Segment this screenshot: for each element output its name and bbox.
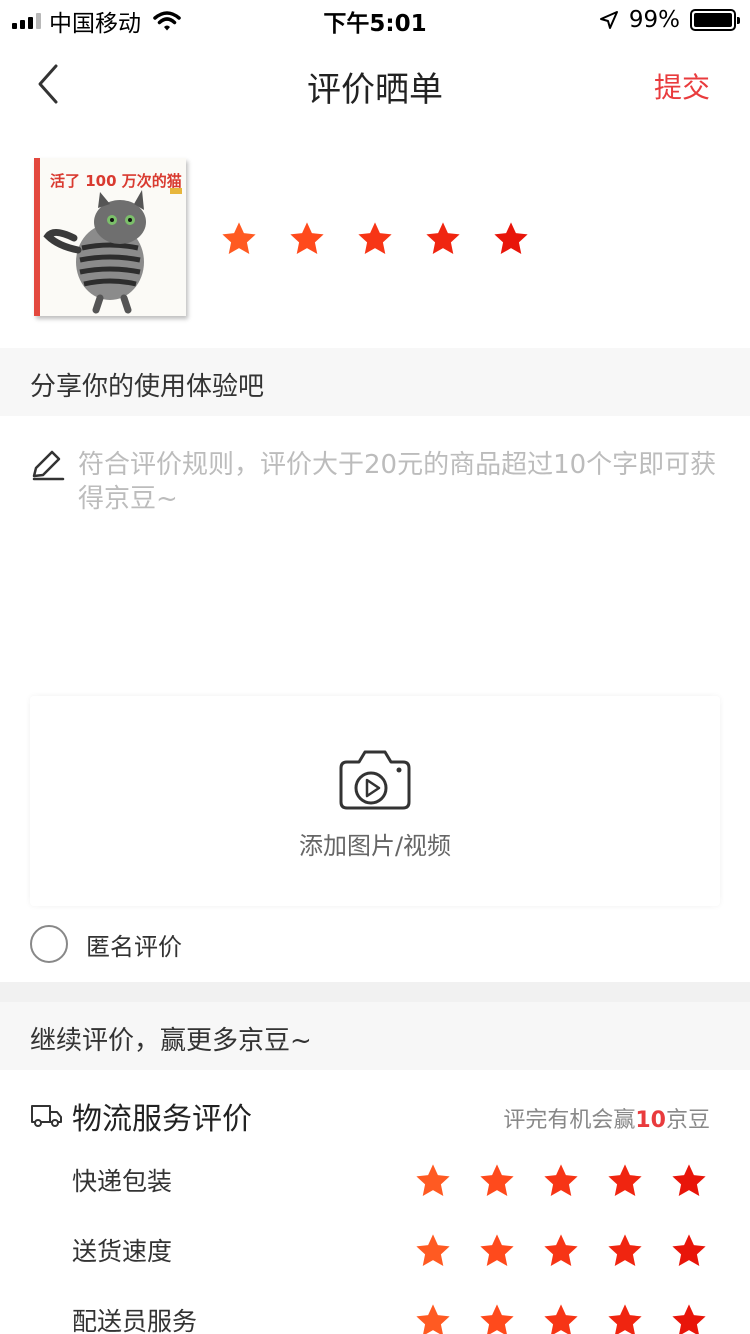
battery-icon	[690, 9, 740, 31]
rating-row-packaging: 快递包装	[0, 1150, 750, 1210]
star-icon[interactable]	[542, 1302, 580, 1334]
logistics-hint: 评完有机会赢10京豆	[503, 1102, 710, 1134]
star-icon[interactable]	[424, 220, 462, 258]
star-icon[interactable]	[478, 1232, 516, 1270]
page-title: 评价晒单	[307, 70, 443, 110]
continue-section-title: 继续评价，赢更多京豆~	[30, 1026, 312, 1056]
star-icon[interactable]	[670, 1162, 708, 1200]
product-image[interactable]: 活了 100 万次的猫	[34, 158, 186, 316]
star-icon[interactable]	[288, 220, 326, 258]
nav-bar: 评价晒单 提交	[0, 44, 750, 124]
product-star-rating	[220, 220, 530, 258]
star-icon[interactable]	[670, 1302, 708, 1334]
star-icon[interactable]	[356, 220, 394, 258]
rating-row-speed: 送货速度	[0, 1220, 750, 1280]
review-textarea[interactable]	[78, 448, 718, 648]
continue-section-header: 继续评价，赢更多京豆~	[0, 1002, 750, 1070]
star-icon[interactable]	[606, 1232, 644, 1270]
truck-icon	[31, 1105, 62, 1127]
rating-label: 快递包装	[72, 1167, 173, 1196]
hint-count: 10	[635, 1108, 666, 1133]
pencil-icon	[32, 450, 65, 481]
star-icon[interactable]	[606, 1302, 644, 1334]
star-icon[interactable]	[414, 1162, 452, 1200]
rating-stars	[414, 1162, 708, 1200]
radio-icon[interactable]	[30, 925, 68, 963]
star-icon[interactable]	[670, 1232, 708, 1270]
camera-video-icon	[339, 750, 411, 810]
review-editor	[0, 416, 750, 686]
anonymous-toggle[interactable]: 匿名评价	[30, 924, 182, 964]
battery-percent: 99%	[628, 7, 680, 33]
hint-suffix: 京豆	[665, 1108, 710, 1133]
submit-button[interactable]: 提交	[654, 66, 710, 106]
product-rating: 活了 100 万次的猫	[0, 150, 750, 330]
star-icon[interactable]	[478, 1302, 516, 1334]
rating-label: 配送员服务	[72, 1307, 198, 1334]
logistics-title: 物流服务评价	[72, 1102, 252, 1137]
anonymous-label: 匿名评价	[86, 932, 182, 961]
logistics-rating-section: 物流服务评价 评完有机会赢10京豆 快递包装 送货速度 配送员服务	[0, 1070, 750, 1334]
rating-label: 送货速度	[72, 1237, 173, 1266]
rating-stars	[414, 1232, 708, 1270]
star-icon[interactable]	[414, 1232, 452, 1270]
rating-stars	[414, 1302, 708, 1334]
share-section-header: 分享你的使用体验吧	[0, 348, 750, 416]
section-divider	[0, 982, 750, 1002]
hint-prefix: 评完有机会赢	[503, 1108, 636, 1133]
star-icon[interactable]	[542, 1162, 580, 1200]
share-section-title: 分享你的使用体验吧	[30, 372, 265, 402]
location-icon	[599, 11, 618, 29]
star-icon[interactable]	[220, 220, 258, 258]
status-bar: 中国移动 下午5:01 99%	[0, 0, 750, 40]
cat-illustration	[43, 190, 146, 314]
add-media-button[interactable]: 添加图片/视频	[30, 696, 720, 906]
star-icon[interactable]	[606, 1162, 644, 1200]
rating-row-courier: 配送员服务	[0, 1290, 750, 1334]
star-icon[interactable]	[492, 220, 530, 258]
star-icon[interactable]	[478, 1162, 516, 1200]
star-icon[interactable]	[542, 1232, 580, 1270]
add-media-label: 添加图片/视频	[298, 832, 452, 860]
star-icon[interactable]	[414, 1302, 452, 1334]
